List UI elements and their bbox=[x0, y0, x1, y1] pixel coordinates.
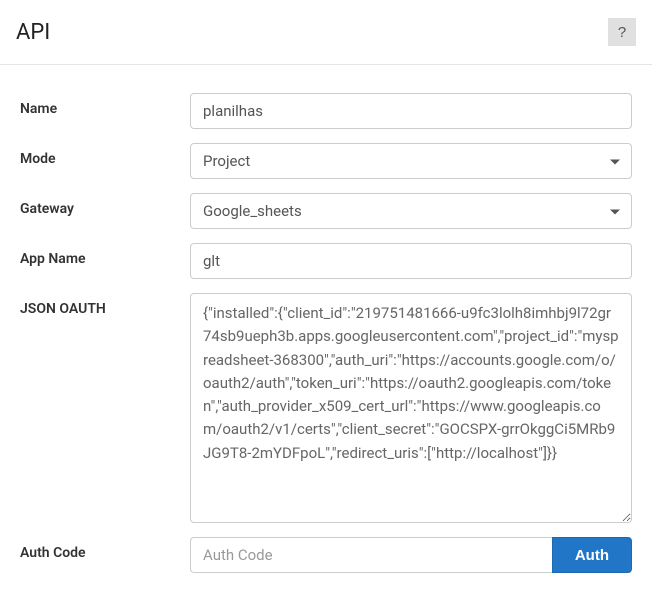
row-json-oauth: JSON OAUTH bbox=[20, 293, 632, 523]
label-mode: Mode bbox=[20, 143, 190, 167]
page-title: API bbox=[16, 20, 50, 45]
help-button[interactable]: ? bbox=[608, 18, 636, 46]
row-auth-code: Auth Code Auth bbox=[20, 537, 632, 573]
api-form: Name Mode Project Gateway Google_sheets … bbox=[0, 65, 652, 607]
label-auth-code: Auth Code bbox=[20, 537, 190, 561]
label-gateway: Gateway bbox=[20, 193, 190, 217]
gateway-select[interactable]: Google_sheets bbox=[190, 193, 632, 229]
row-gateway: Gateway Google_sheets bbox=[20, 193, 632, 229]
auth-button[interactable]: Auth bbox=[552, 537, 632, 573]
label-json-oauth: JSON OAUTH bbox=[20, 293, 190, 317]
row-mode: Mode Project bbox=[20, 143, 632, 179]
auth-code-input[interactable] bbox=[190, 537, 552, 573]
label-name: Name bbox=[20, 93, 190, 117]
row-name: Name bbox=[20, 93, 632, 129]
name-input[interactable] bbox=[190, 93, 632, 129]
label-app-name: App Name bbox=[20, 243, 190, 267]
app-name-input[interactable] bbox=[190, 243, 632, 279]
mode-select[interactable]: Project bbox=[190, 143, 632, 179]
json-oauth-textarea[interactable] bbox=[190, 293, 632, 523]
page-header: API ? bbox=[0, 0, 652, 65]
row-app-name: App Name bbox=[20, 243, 632, 279]
